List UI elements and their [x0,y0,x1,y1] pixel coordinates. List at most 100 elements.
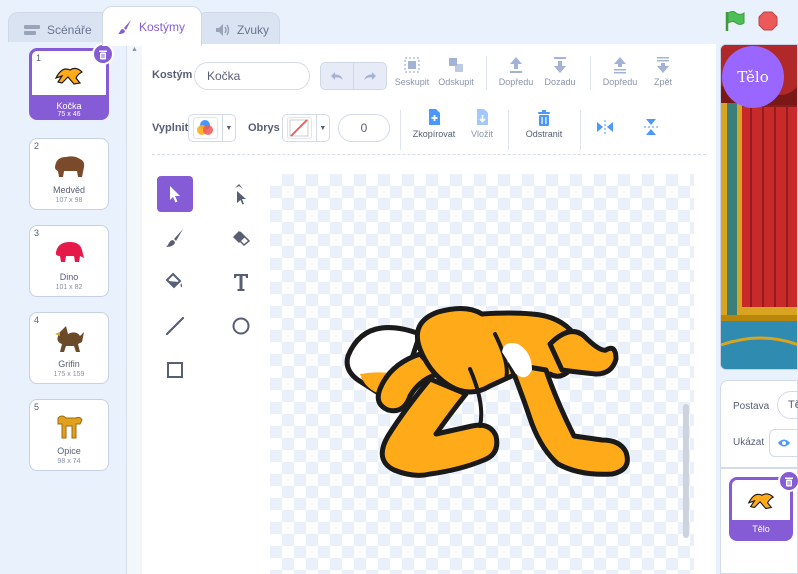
sprite-name-input[interactable]: Tělo [777,391,798,419]
sprite-item-telo[interactable]: Tělo [729,470,798,541]
brush-icon [118,19,131,34]
to-back-button[interactable]: Zpět [646,54,680,87]
rectangle-icon [167,362,183,378]
to-front-label: Dopředu [602,77,638,87]
costume-name-input[interactable]: Kočka [194,62,310,90]
cat-running-icon [32,59,106,91]
costume-item-grifin[interactable]: 4 Grifin 175 x 159 [29,312,109,384]
costume-name: Opice [57,446,81,456]
divider [400,110,401,150]
group-button[interactable]: Seskupit [392,54,432,87]
arrow-down-icon [554,57,566,73]
outline-width-value: 0 [360,121,368,135]
copy-button[interactable]: Zkopírovat [404,106,464,139]
paste-label: Vložit [470,129,493,139]
outline-label: Obrys [248,122,280,134]
group-icon [404,57,420,73]
ungroup-button[interactable]: Odskupit [434,54,478,87]
to-back-icon [657,57,669,73]
rectangle-tool[interactable] [157,352,193,388]
sprite-name-badge: Tělo [722,46,784,108]
color-mix-icon [197,120,214,135]
backward-label: Dozadu [544,77,576,87]
speaker-icon [216,23,230,36]
griffin-icon [30,323,108,355]
chevron-down-icon: ▼ [221,115,235,141]
no-color-icon [289,119,309,137]
sprite-list: Tělo [720,468,798,574]
eye-icon [778,439,790,447]
costume-name: Kočka [56,101,82,111]
delete-sprite-button[interactable] [778,470,798,492]
forward-button[interactable]: Dopředu [496,54,536,87]
flip-vertical-icon [644,119,658,135]
cat-running-drawing[interactable] [270,174,694,574]
tab-costumes-label: Kostýmy [139,19,186,34]
delete-costume-button[interactable] [92,43,114,65]
select-tool[interactable] [157,176,193,212]
show-label: Ukázat [733,437,765,448]
costume-name: Grifin [58,359,80,369]
costume-size: 98 x 74 [57,458,81,465]
costume-item-dino[interactable]: 3 Dino 101 x 82 [29,225,109,297]
costume-list: 1 Kočka 75 x 46 2 Medvěd 107 x 98 3 Dino… [8,42,126,574]
costume-list-scrollbar[interactable]: ▲ [126,42,142,574]
line-icon [165,316,185,336]
outline-width-input[interactable]: 0 [338,114,390,142]
line-tool[interactable] [157,308,193,344]
brush-icon [166,229,183,247]
paste-button[interactable]: Vložit [464,106,500,139]
green-flag-icon[interactable] [724,10,746,32]
scroll-up-icon[interactable]: ▲ [131,46,138,53]
canvas-scrollbar[interactable] [683,404,689,538]
undo-button[interactable] [320,62,354,90]
paste-icon [477,109,488,125]
flip-vertical-button[interactable] [636,112,666,142]
tab-code[interactable]: Scénáře [8,12,110,46]
drawing-canvas[interactable] [270,174,694,574]
stop-icon[interactable] [758,11,778,31]
costume-size: 107 x 98 [55,197,83,204]
dino-icon [30,236,108,268]
toolbar-divider [152,154,706,155]
sprite-name: Tělo [752,524,770,534]
delete-button[interactable]: Odstranit [516,106,572,139]
to-front-button[interactable]: Dopředu [600,54,640,87]
trash-icon [785,477,793,486]
circle-tool[interactable] [223,308,259,344]
outline-color-picker[interactable]: ▼ [282,114,330,142]
eraser-icon [233,231,251,247]
reshape-tool[interactable] [223,176,259,212]
fill-color-picker[interactable]: ▼ [188,114,236,142]
trash-icon [538,110,550,126]
text-tool[interactable] [223,264,259,300]
redo-button[interactable] [353,62,387,90]
tab-code-label: Scénáře [47,22,92,37]
tab-costumes[interactable]: Kostýmy [102,6,202,46]
copy-label: Zkopírovat [412,129,456,139]
circle-icon [232,317,250,335]
costume-item-medved[interactable]: 2 Medvěd 107 x 98 [29,138,109,210]
show-toggle-button[interactable] [769,429,798,457]
to-front-icon [614,57,626,74]
brush-tool[interactable] [157,220,193,256]
costume-name: Dino [59,272,79,282]
backward-button[interactable]: Dozadu [540,54,580,87]
arrow-up-icon [510,57,522,73]
tab-sounds-label: Zvuky [237,22,270,37]
fill-swatch [193,117,218,139]
flip-horizontal-button[interactable] [590,112,620,142]
redo-icon [364,72,376,80]
tab-sounds[interactable]: Zvuky [196,12,280,46]
undo-icon [331,72,343,80]
copy-icon [429,109,440,125]
group-label: Seskupit [394,77,430,87]
eraser-tool[interactable] [223,220,259,256]
delete-label: Odstranit [525,129,563,139]
costume-item-kocka[interactable]: 1 Kočka 75 x 46 [29,43,114,120]
costume-size: 175 x 159 [53,371,85,378]
arrow-cursor-icon [170,186,180,203]
costume-item-opice[interactable]: 5 Opice 98 x 74 [29,399,109,471]
text-icon [234,274,248,291]
fill-tool[interactable] [157,264,193,300]
